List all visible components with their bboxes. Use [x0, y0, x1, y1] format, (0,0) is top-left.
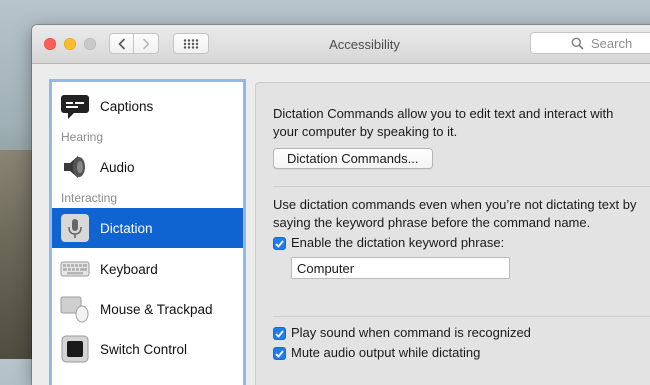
keyword-description-line-1: Use dictation commands even when you’re … — [273, 197, 637, 212]
sidebar-item-label: Mouse & Trackpad — [100, 301, 213, 317]
dictation-commands-button[interactable]: Dictation Commands... — [273, 148, 433, 169]
enable-keyword-checkbox[interactable] — [273, 237, 286, 250]
checkmark-icon — [275, 329, 284, 338]
mute-audio-checkbox[interactable] — [273, 347, 286, 360]
mouse-trackpad-icon — [60, 296, 89, 323]
sidebar-item-label: Switch Control — [100, 341, 188, 357]
section-header-hearing: Hearing — [61, 130, 104, 144]
dictation-pane: Dictation Commands allow you to edit tex… — [255, 82, 650, 385]
sidebar-list: Captions Hearing Audio Interacting Dicta… — [51, 81, 244, 385]
sidebar-item-dictation[interactable]: Dictation — [52, 208, 243, 248]
description-text-line-2: your computer by speaking to it. — [273, 124, 458, 139]
divider — [273, 186, 650, 187]
sidebar-item-switch-control[interactable]: Switch Control — [52, 329, 243, 369]
sidebar-item-keyboard[interactable]: Keyboard — [52, 249, 243, 289]
checkmark-icon — [275, 239, 284, 248]
search-input[interactable] — [589, 34, 650, 52]
sidebar-item-mouse-trackpad[interactable]: Mouse & Trackpad — [52, 289, 243, 329]
sidebar-item-label: Keyboard — [100, 261, 158, 277]
sidebar-item-label: Dictation — [100, 220, 153, 236]
play-sound-label: Play sound when command is recognized — [291, 325, 531, 340]
preferences-window: Accessibility Captions Hearing — [32, 25, 650, 385]
divider — [273, 316, 650, 317]
mute-audio-label: Mute audio output while dictating — [291, 345, 481, 360]
description-text-line-1: Dictation Commands allow you to edit tex… — [273, 106, 614, 121]
microphone-icon — [61, 214, 89, 242]
speaker-icon — [64, 156, 85, 178]
keyword-description-line-2: saying the keyword phrase before the com… — [273, 215, 591, 230]
section-header-interacting: Interacting — [61, 191, 118, 205]
captions-icon — [61, 95, 89, 119]
sidebar-item-label: Captions — [100, 98, 154, 114]
title-bar: Accessibility — [32, 25, 650, 64]
keyword-phrase-field[interactable] — [291, 257, 510, 279]
switch-control-icon — [61, 335, 89, 363]
keyboard-icon — [60, 261, 90, 277]
sidebar-item-captions[interactable]: Captions — [52, 86, 243, 126]
sidebar-item-label: Audio — [100, 159, 135, 175]
enable-keyword-label: Enable the dictation keyword phrase: — [291, 235, 505, 250]
checkmark-icon — [275, 349, 284, 358]
search-field[interactable] — [530, 32, 650, 54]
play-sound-checkbox[interactable] — [273, 327, 286, 340]
search-icon — [571, 37, 584, 50]
sidebar-item-audio[interactable]: Audio — [52, 147, 243, 187]
